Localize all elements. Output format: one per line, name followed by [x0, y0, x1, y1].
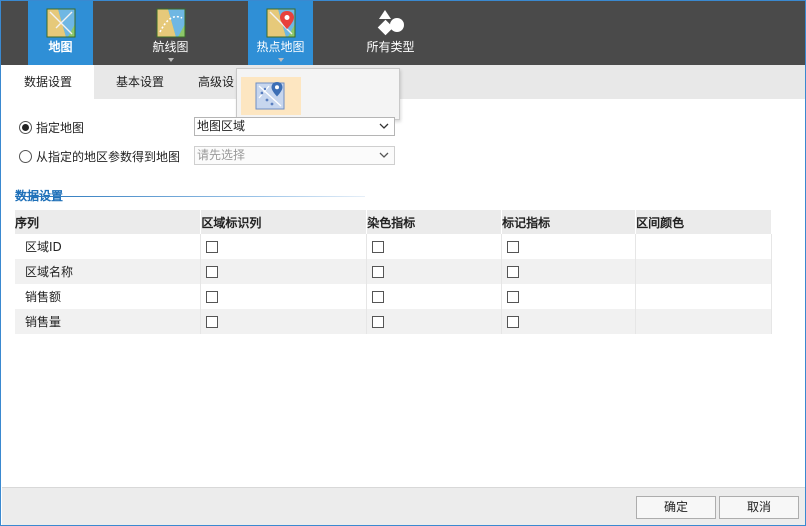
column-header: 序列: [15, 210, 202, 234]
type-all-types-button[interactable]: 所有类型: [358, 1, 423, 65]
type-hot-spot-map-button[interactable]: 热点地图: [248, 1, 313, 65]
map-select[interactable]: 地图区域: [194, 117, 395, 136]
interval-color-cell[interactable]: [635, 259, 772, 284]
region-id-checkbox[interactable]: [206, 241, 219, 253]
specified-map-label: 指定地图: [36, 120, 85, 135]
column-header: 标记指标: [501, 210, 637, 234]
field-name: 区域ID: [15, 234, 202, 259]
cancel-button[interactable]: 取消: [719, 496, 799, 519]
interval-color-cell[interactable]: [635, 309, 772, 334]
dialog-footer: 确定 取消: [2, 487, 805, 525]
field-name: 区域名称: [15, 259, 202, 284]
data-settings-table: 序列 区域标识列 染色指标 标记指标 区间颜色 区域ID 区域名称 销售额 销售…: [15, 210, 772, 334]
hot-spot-map-icon: [266, 8, 295, 38]
tab-basic-settings[interactable]: 基本设置: [94, 65, 186, 99]
color-metric-checkbox[interactable]: [372, 291, 385, 303]
table-row: 销售额: [15, 284, 772, 309]
chevron-down-icon: [379, 152, 389, 158]
section-divider: [15, 196, 365, 197]
color-metric-checkbox[interactable]: [372, 316, 385, 328]
column-header: 染色指标: [366, 210, 503, 234]
region-param-select[interactable]: 请先选择: [194, 146, 395, 165]
table-row: 区域ID: [15, 234, 772, 259]
chart-type-dialog: 地图 航线图 热点地图 所有类型 数据设置 基本设置 高级设 指定地图 地图区域…: [0, 0, 806, 526]
map-select-value: 地图区域: [197, 119, 246, 133]
interval-color-cell[interactable]: [635, 234, 772, 259]
chevron-down-icon: [277, 58, 284, 62]
mark-metric-checkbox[interactable]: [507, 291, 520, 303]
specified-map-option[interactable]: 指定地图: [19, 117, 84, 137]
interval-color-cell[interactable]: [635, 284, 772, 309]
color-metric-checkbox[interactable]: [372, 241, 385, 253]
chevron-down-icon: [379, 123, 389, 129]
all-types-icon: [377, 10, 404, 36]
map-icon: [46, 8, 75, 38]
tab-data-settings[interactable]: 数据设置: [2, 65, 94, 99]
route-map-icon: [156, 8, 185, 38]
hot-spot-map-subtype-popup: [236, 68, 400, 120]
hot-spot-subtype-option[interactable]: [241, 77, 301, 115]
chart-type-bar: 地图 航线图 热点地图 所有类型: [1, 1, 805, 65]
type-map-button[interactable]: 地图: [28, 1, 93, 65]
field-name: 销售量: [15, 309, 202, 334]
hot-spot-scatter-map-icon: [255, 82, 285, 110]
table-row: 销售量: [15, 309, 772, 334]
field-name: 销售额: [15, 284, 202, 309]
region-id-checkbox[interactable]: [206, 316, 219, 328]
table-row: 区域名称: [15, 259, 772, 284]
type-label: 航线图: [152, 40, 189, 54]
mark-metric-checkbox[interactable]: [507, 316, 520, 328]
type-label: 热点地图: [256, 40, 305, 54]
column-header: 区间颜色: [635, 210, 772, 234]
region-param-option[interactable]: 从指定的地区参数得到地图: [19, 146, 180, 166]
type-route-map-button[interactable]: 航线图: [138, 1, 203, 65]
region-id-checkbox[interactable]: [206, 291, 219, 303]
ok-button[interactable]: 确定: [636, 496, 716, 519]
table-header-row: 序列 区域标识列 染色指标 标记指标 区间颜色: [15, 210, 772, 234]
region-param-radio[interactable]: [19, 149, 32, 163]
mark-metric-checkbox[interactable]: [507, 241, 520, 253]
color-metric-checkbox[interactable]: [372, 266, 385, 278]
settings-tabs: 数据设置 基本设置 高级设: [2, 65, 805, 99]
region-param-label: 从指定的地区参数得到地图: [36, 149, 181, 164]
region-id-checkbox[interactable]: [206, 266, 219, 278]
column-header: 区域标识列: [200, 210, 368, 234]
type-label: 所有类型: [366, 40, 415, 54]
mark-metric-checkbox[interactable]: [507, 266, 520, 278]
type-label: 地图: [48, 40, 73, 54]
region-param-placeholder: 请先选择: [197, 148, 246, 162]
specified-map-radio[interactable]: [19, 120, 32, 134]
chevron-down-icon: [167, 58, 174, 62]
